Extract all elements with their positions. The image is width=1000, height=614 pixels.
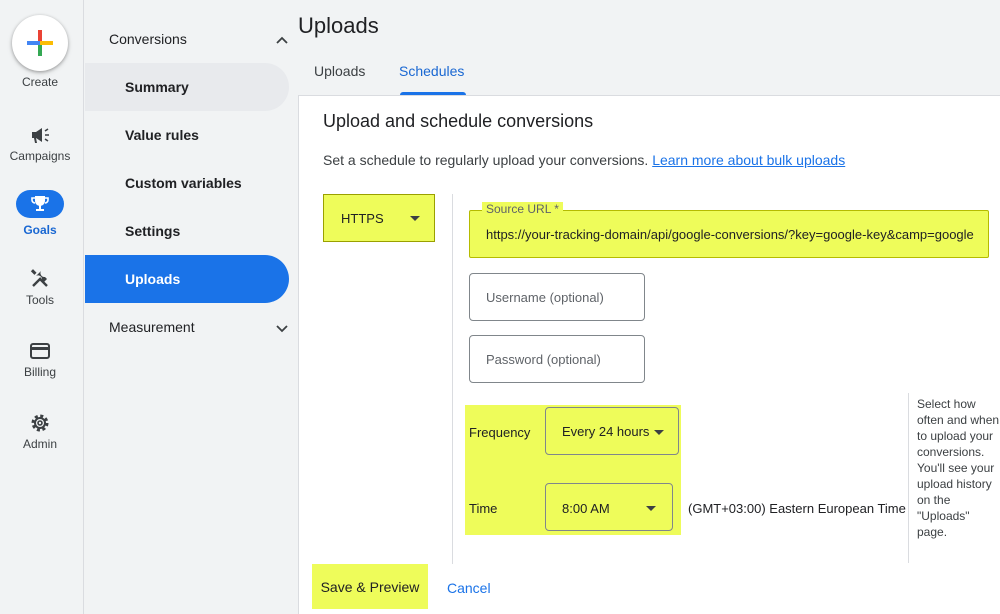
create-button[interactable] [12,15,68,71]
card-description: Set a schedule to regularly upload your … [323,152,845,168]
active-pill [16,190,64,218]
schedule-card: Upload and schedule conversions Set a sc… [298,95,1000,614]
left-rail: Create Campaigns Goals Tools Billing Adm… [0,0,84,614]
dropdown-arrow-icon [646,506,656,511]
time-select[interactable]: 8:00 AM [545,483,673,531]
rail-item-admin[interactable]: Admin [0,411,80,471]
rail-item-label: Billing [23,365,56,379]
rail-item-label: Admin [22,437,57,451]
create-label: Create [21,75,59,89]
megaphone-icon [32,128,49,143]
rail-item-campaigns[interactable]: Campaigns [0,123,80,183]
subnav-item-custom-variables[interactable]: Custom variables [85,159,289,207]
help-text: Select how often and when to upload your… [917,397,1000,539]
username-field[interactable]: Username (optional) [469,273,645,321]
rail-item-goals[interactable]: Goals [0,190,80,257]
rail-item-billing[interactable]: Billing [0,339,80,399]
subnav-item-value-rules[interactable]: Value rules [85,111,289,159]
subnav-item-label: Value rules [125,127,199,143]
protocol-value: HTTPS [341,211,384,226]
subnav-item-label: Summary [125,79,189,95]
time-value: 8:00 AM [562,501,610,516]
description-text: Set a schedule to regularly upload your … [323,152,649,168]
conversions-subnav: Conversions Summary Value rules Custom v… [85,0,298,614]
measurement-section-toggle[interactable]: Measurement [109,319,289,343]
protocol-select[interactable]: HTTPS [323,194,435,242]
card-title: Upload and schedule conversions [323,111,594,131]
tab-uploads[interactable]: Uploads [314,63,365,79]
subnav-item-summary[interactable]: Summary [85,63,289,111]
conversions-section-toggle[interactable]: Conversions [109,31,289,55]
conversions-label: Conversions [109,31,187,47]
trophy-icon [31,196,49,211]
plus-icon [27,30,53,56]
rail-item-label: Campaigns [9,149,71,163]
chevron-down-icon [276,325,288,333]
timezone-label: (GMT+03:00) Eastern European Time [688,501,906,516]
source-url-field[interactable]: Source URL * https://your-tracking-domai… [469,202,989,258]
save-preview-button[interactable]: Save & Preview [312,564,428,609]
time-label: Time [469,501,498,516]
subnav-item-uploads[interactable]: Uploads [85,255,289,303]
dropdown-arrow-icon [410,216,420,221]
measurement-label: Measurement [109,319,195,335]
password-field[interactable]: Password (optional) [469,335,645,383]
main-content: Uploads Uploads Schedules Upload and sch… [298,0,1000,614]
learn-more-link[interactable]: Learn more about bulk uploads [652,152,845,168]
rail-item-label: Goals [23,223,57,237]
frequency-select[interactable]: Every 24 hours [545,407,679,455]
divider [452,194,453,564]
frequency-value: Every 24 hours [562,424,650,439]
gear-icon [31,414,49,432]
frequency-label: Frequency [469,425,531,440]
subnav-item-label: Settings [125,223,181,239]
source-url-label: Source URL * [482,202,563,216]
dropdown-arrow-icon [654,430,664,435]
cancel-button[interactable]: Cancel [447,580,491,596]
tab-schedules[interactable]: Schedules [399,63,464,79]
password-placeholder: Password (optional) [486,352,601,367]
tools-icon [30,269,48,287]
source-url-value: https://your-tracking-domain/api/google-… [486,227,974,242]
chevron-up-icon [276,36,288,44]
schedule-settings: Frequency Every 24 hours Time 8:00 AM [465,405,681,535]
page-title: Uploads [298,13,379,38]
credit-card-icon [30,343,50,359]
subnav-item-settings[interactable]: Settings [85,207,289,255]
rail-item-label: Tools [25,293,54,307]
rail-item-tools[interactable]: Tools [0,267,80,327]
subnav-item-label: Custom variables [125,175,242,191]
username-placeholder: Username (optional) [486,290,604,305]
help-divider [908,393,909,563]
subnav-item-label: Uploads [125,271,181,287]
